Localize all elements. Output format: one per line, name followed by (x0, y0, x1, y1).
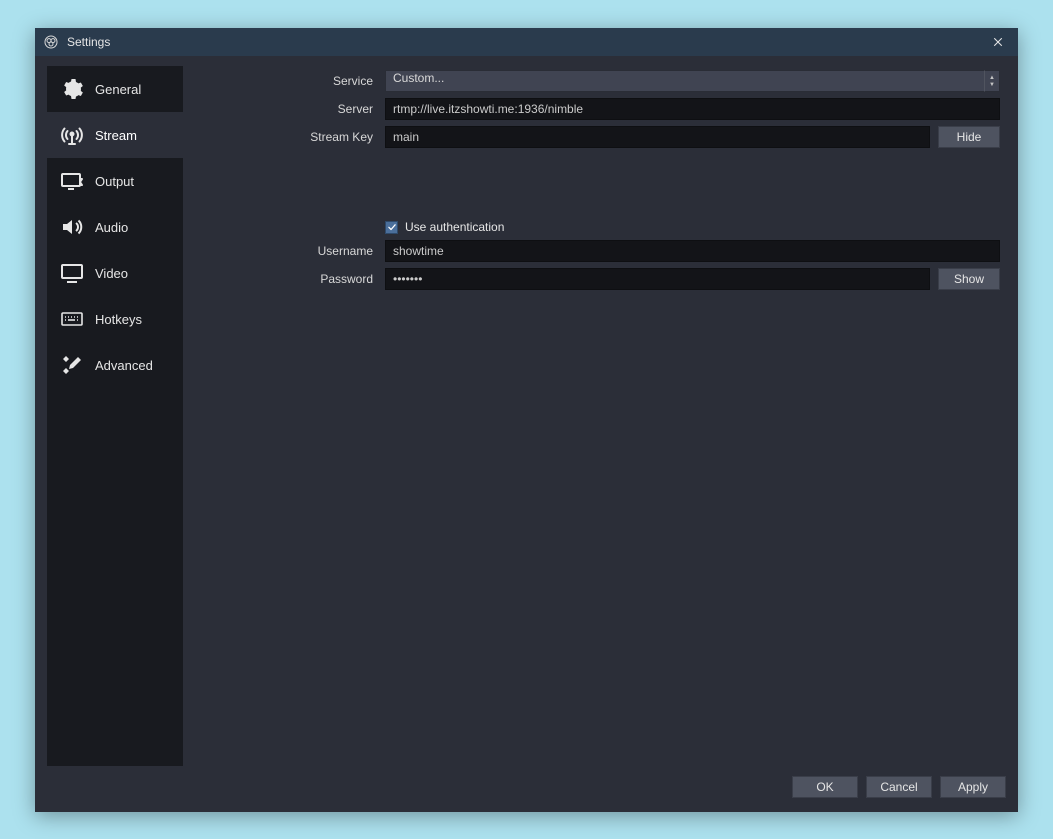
service-label: Service (197, 74, 377, 88)
password-input[interactable] (385, 268, 930, 290)
username-label: Username (197, 244, 377, 258)
window-title: Settings (67, 35, 110, 49)
sidebar-item-label: Hotkeys (95, 312, 142, 327)
password-row: Password Show (197, 268, 1000, 290)
keyboard-icon (59, 306, 85, 332)
content-row: General Stream (47, 66, 1006, 766)
dialog-footer: OK Cancel Apply (47, 766, 1006, 800)
sidebar-item-label: Stream (95, 128, 137, 143)
use-auth-row: Use authentication (385, 220, 1000, 234)
sidebar-item-stream[interactable]: Stream (47, 112, 183, 158)
ok-button[interactable]: OK (792, 776, 858, 798)
settings-window: Settings General (35, 28, 1018, 812)
tools-icon (59, 352, 85, 378)
titlebar: Settings (35, 28, 1018, 56)
sidebar-item-audio[interactable]: Audio (47, 204, 183, 250)
gear-icon (59, 76, 85, 102)
speaker-icon (59, 214, 85, 240)
apply-button[interactable]: Apply (940, 776, 1006, 798)
sidebar-item-output[interactable]: Output (47, 158, 183, 204)
password-label: Password (197, 272, 377, 286)
server-label: Server (197, 102, 377, 116)
server-row: Server (197, 98, 1000, 120)
antenna-icon (59, 122, 85, 148)
service-value: Custom... (385, 70, 984, 92)
stepper-icon[interactable]: ▲▼ (984, 70, 1000, 92)
show-button[interactable]: Show (938, 268, 1000, 290)
service-select[interactable]: Custom... ▲▼ (385, 70, 1000, 92)
window-body: General Stream (35, 56, 1018, 812)
server-input[interactable] (385, 98, 1000, 120)
sidebar-item-advanced[interactable]: Advanced (47, 342, 183, 388)
settings-sidebar: General Stream (47, 66, 183, 766)
stream-key-input[interactable] (385, 126, 930, 148)
sidebar-item-hotkeys[interactable]: Hotkeys (47, 296, 183, 342)
sidebar-item-label: Audio (95, 220, 128, 235)
sidebar-item-label: Video (95, 266, 128, 281)
use-auth-label: Use authentication (405, 220, 504, 234)
hide-button[interactable]: Hide (938, 126, 1000, 148)
stream-key-row: Stream Key Hide (197, 126, 1000, 148)
cancel-button[interactable]: Cancel (866, 776, 932, 798)
close-icon[interactable] (984, 28, 1012, 56)
service-row: Service Custom... ▲▼ (197, 70, 1000, 92)
username-input[interactable] (385, 240, 1000, 262)
sidebar-item-video[interactable]: Video (47, 250, 183, 296)
username-row: Username (197, 240, 1000, 262)
sidebar-item-general[interactable]: General (47, 66, 183, 112)
app-icon (43, 34, 59, 50)
use-auth-checkbox[interactable] (385, 221, 398, 234)
stream-settings-panel: Service Custom... ▲▼ Server Stream Key (197, 66, 1006, 766)
sidebar-item-label: Output (95, 174, 134, 189)
stream-key-label: Stream Key (197, 130, 377, 144)
sidebar-item-label: General (95, 82, 141, 97)
output-icon (59, 168, 85, 194)
monitor-icon (59, 260, 85, 286)
sidebar-item-label: Advanced (95, 358, 153, 373)
